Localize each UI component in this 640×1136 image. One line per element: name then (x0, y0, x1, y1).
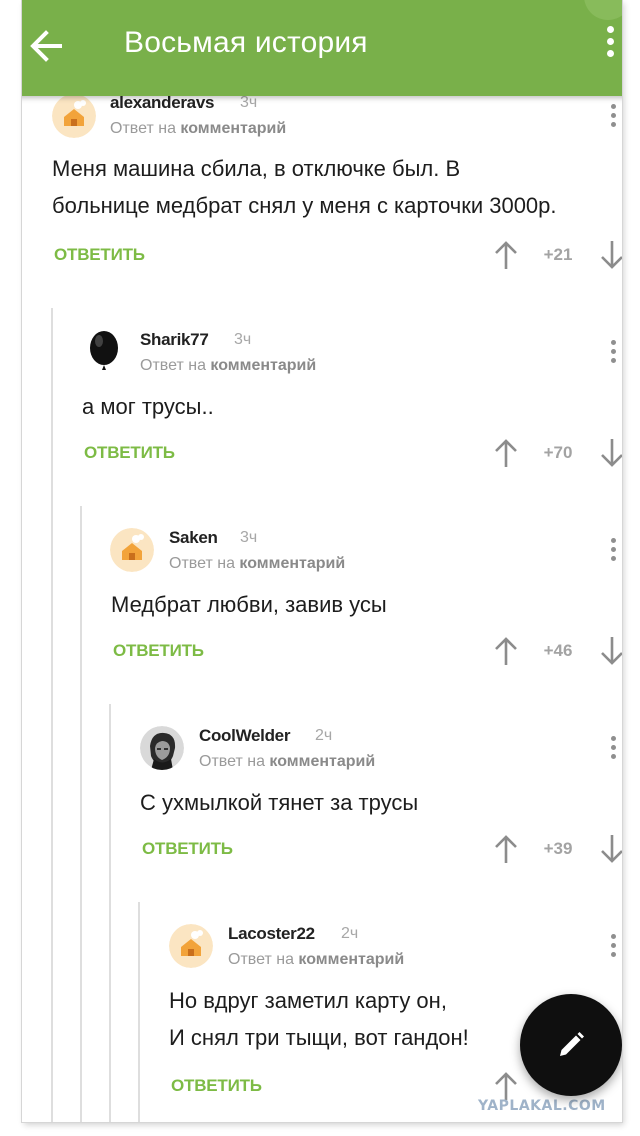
comment-text-line: Но вдруг заметил карту он, (169, 988, 447, 1013)
comment-author[interactable]: Lacoster22 (228, 924, 315, 944)
comment-time: 3ч (240, 529, 258, 546)
reply-to[interactable]: Ответ на комментарий (169, 555, 345, 573)
house-avatar (110, 528, 154, 572)
arrow-up-icon[interactable] (494, 240, 518, 270)
thread-line (109, 704, 111, 1122)
reply-prefix: Ответ на (199, 753, 265, 770)
reply-button[interactable]: ОТВЕТИТЬ (142, 839, 233, 859)
reply-target: комментарий (210, 357, 317, 374)
more-vert-icon[interactable] (600, 26, 620, 66)
comment-text-line: С ухмылкой тянет за трусы (140, 790, 419, 815)
app-frame: Восьмая история alexanderavs 3ч Ответ на… (22, 0, 622, 1122)
reply-to[interactable]: Ответ на комментарий (199, 753, 375, 771)
comment-text-line: а мог трусы.. (82, 394, 214, 419)
comment-more-icon[interactable] (608, 340, 618, 370)
reply-prefix: Ответ на (169, 555, 235, 572)
balloon-avatar (82, 328, 126, 372)
pencil-icon (560, 1032, 584, 1056)
comment-score: +39 (543, 839, 573, 858)
comment-author[interactable]: CoolWelder (199, 726, 290, 746)
reply-prefix: Ответ на (140, 357, 206, 374)
house-avatar (169, 924, 213, 968)
reply-button[interactable]: ОТВЕТИТЬ (84, 443, 175, 463)
thread-line (138, 902, 140, 1122)
reply-prefix: Ответ на (110, 120, 176, 137)
reply-button[interactable]: ОТВЕТИТЬ (113, 641, 204, 661)
comment-time: 2ч (341, 925, 359, 942)
comment-more-icon[interactable] (608, 736, 618, 766)
reply-target: комментарий (269, 753, 376, 770)
reply-button[interactable]: ОТВЕТИТЬ (54, 245, 145, 265)
page-title: Восьмая история (124, 26, 368, 59)
arrow-up-icon[interactable] (494, 438, 518, 468)
thread-line (80, 506, 82, 1122)
reply-target: комментарий (298, 951, 405, 968)
compose-button[interactable] (520, 994, 622, 1096)
comment-score: +46 (543, 641, 573, 660)
arrow-down-icon[interactable] (600, 636, 622, 666)
app-bar: Восьмая история (22, 0, 622, 96)
comment-time: 3ч (234, 331, 252, 348)
reply-to[interactable]: Ответ на комментарий (140, 357, 316, 375)
watermark: YAPLAKAL.COM (478, 1098, 606, 1114)
comment-text: Меня машина сбила, в отключке был. В бол… (52, 150, 557, 224)
comment-time: 3ч (240, 94, 258, 111)
comment-author[interactable]: Sharik77 (140, 330, 209, 350)
comment-text: Но вдруг заметил карту он, И снял три ты… (169, 982, 469, 1056)
portrait-avatar (140, 726, 184, 770)
comment-time: 2ч (315, 727, 333, 744)
comment-more-icon[interactable] (608, 538, 618, 568)
reply-to[interactable]: Ответ на комментарий (110, 120, 286, 138)
arrow-up-icon[interactable] (494, 834, 518, 864)
comment-text-line: больнице медбрат снял у меня с карточки … (52, 193, 557, 218)
comment-score: +70 (543, 443, 573, 462)
comment-text-line: И снял три тыщи, вот гандон! (169, 1025, 469, 1050)
arrow-down-icon[interactable] (600, 438, 622, 468)
comment-more-icon[interactable] (608, 934, 618, 964)
arrow-up-icon[interactable] (494, 636, 518, 666)
reply-target: комментарий (239, 555, 346, 572)
comment-author[interactable]: Saken (169, 528, 218, 548)
reply-target: комментарий (180, 120, 287, 137)
comment-text-line: Медбрат любви, завив усы (111, 592, 387, 617)
thread-line (51, 308, 53, 1122)
comment-text: Медбрат любви, завив усы (111, 586, 387, 623)
status-corner (584, 0, 622, 20)
arrow-up-icon[interactable] (494, 1071, 518, 1101)
reply-button[interactable]: ОТВЕТИТЬ (171, 1076, 262, 1096)
comment-more-icon[interactable] (608, 104, 618, 134)
arrow-down-icon[interactable] (600, 834, 622, 864)
comment-text-line: Меня машина сбила, в отключке был. В (52, 156, 461, 181)
comment-score: +21 (543, 245, 573, 264)
comment-author[interactable]: alexanderavs (110, 93, 214, 113)
comment-text: С ухмылкой тянет за трусы (140, 784, 418, 821)
reply-to[interactable]: Ответ на комментарий (228, 951, 404, 969)
comment-text: а мог трусы.. (82, 388, 214, 425)
house-avatar (52, 94, 96, 138)
reply-prefix: Ответ на (228, 951, 294, 968)
arrow-left-icon[interactable] (26, 24, 66, 68)
arrow-down-icon[interactable] (600, 240, 622, 270)
